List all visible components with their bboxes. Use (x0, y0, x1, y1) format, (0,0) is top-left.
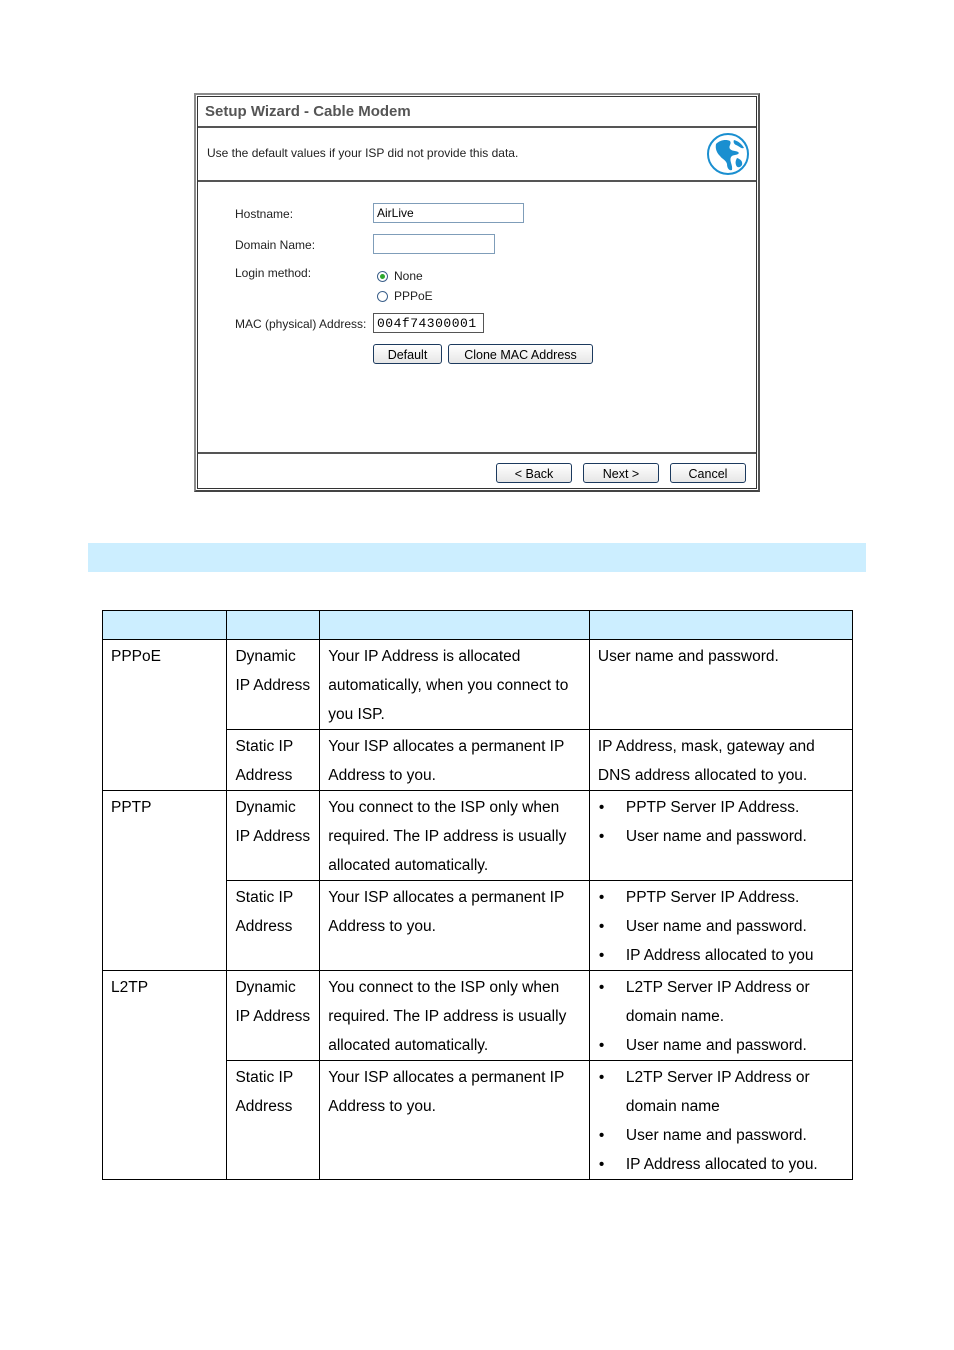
mac-address-label: MAC (physical) Address: (235, 317, 367, 331)
next-button[interactable]: Next > (583, 463, 659, 483)
requirements-list: PPTP Server IP Address.User name and pas… (598, 883, 844, 970)
requirement-item: User name and password. (598, 822, 844, 851)
requirement-item: IP Address allocated to you (598, 941, 844, 970)
requirement-item: IP Address allocated to you. (598, 1150, 844, 1179)
radio-pppoe[interactable] (377, 290, 388, 302)
header-cell (226, 610, 321, 640)
back-button[interactable]: < Back (496, 463, 572, 483)
description-cell: Your ISP allocates a permanent IP Addres… (319, 729, 590, 791)
table-row: PPTP Dynamic IP Address You connect to the… (101, 790, 854, 971)
connection-type-cell: L2TP (101, 970, 228, 1180)
requirements-cell: IP Address, mask, gateway and DNS addres… (588, 729, 854, 791)
description-cell: Your IP Address is allocated automatical… (319, 639, 590, 730)
requirements-list: L2TP Server IP Address or domain name.Us… (598, 973, 844, 1060)
login-method-none-option[interactable]: None (377, 269, 423, 283)
radio-pppoe-label: PPPoE (394, 289, 433, 303)
wizard-frame: Setup Wizard - Cable Modem Use the defau… (197, 96, 757, 489)
login-method-pppoe-option[interactable]: PPPoE (377, 289, 433, 303)
table-row: PPPoE Dynamic IP Address Your IP Address i… (101, 639, 854, 791)
description-cell: You connect to the ISP only when require… (319, 970, 590, 1061)
header-cell (588, 610, 854, 640)
login-method-label: Login method: (235, 266, 312, 280)
requirements-cell: PPTP Server IP Address.User name and pas… (588, 790, 854, 881)
ip-type-cell: Dynamic IP Address (226, 639, 321, 730)
ip-type-cell: Static IP Address (226, 880, 321, 971)
connection-types-table: PPPoE Dynamic IP Address Your IP Address i… (101, 610, 854, 1180)
connection-type-cell: PPTP (101, 790, 228, 971)
ip-type-cell: Static IP Address (226, 1060, 321, 1180)
hostname-label: Hostname: (235, 207, 294, 221)
table-header-row (101, 610, 854, 640)
requirements-cell: L2TP Server IP Address or domain name.Us… (588, 970, 854, 1061)
table-row: L2TP Dynamic IP Address You connect to the… (101, 970, 854, 1180)
requirements-cell: L2TP Server IP Address or domain nameUse… (588, 1060, 854, 1180)
header-cell (319, 610, 590, 640)
domain-name-label: Domain Name: (235, 238, 316, 252)
globe-icon (707, 133, 749, 175)
hostname-input[interactable] (373, 203, 524, 223)
section-heading-band (88, 543, 866, 572)
requirements-cell: User name and password. (588, 639, 854, 730)
requirement-item: User name and password. (598, 1031, 844, 1060)
requirements-list: L2TP Server IP Address or domain nameUse… (598, 1063, 844, 1179)
setup-wizard-window: Setup Wizard - Cable Modem Use the defau… (194, 93, 760, 492)
requirement-item: User name and password. (598, 912, 844, 941)
clone-mac-address-button[interactable]: Clone MAC Address (448, 344, 593, 364)
description-cell: Your ISP allocates a permanent IP Addres… (319, 1060, 590, 1180)
default-button[interactable]: Default (373, 344, 442, 364)
requirement-item: PPTP Server IP Address. (598, 883, 844, 912)
wizard-title: Setup Wizard - Cable Modem (198, 97, 756, 128)
wizard-form: Hostname: Domain Name: Login method: Non… (198, 182, 756, 454)
cancel-button[interactable]: Cancel (670, 463, 746, 483)
connection-type-cell: PPPoE (101, 639, 228, 791)
wizard-footer: < Back Next > Cancel (198, 454, 756, 488)
requirement-item: User name and password. (598, 1121, 844, 1150)
radio-none[interactable] (377, 270, 388, 282)
requirement-item: L2TP Server IP Address or domain name (598, 1063, 844, 1121)
description-cell: You connect to the ISP only when require… (319, 790, 590, 881)
requirements-list: PPTP Server IP Address.User name and pas… (598, 793, 844, 851)
radio-none-label: None (394, 269, 423, 283)
ip-type-cell: Dynamic IP Address (226, 970, 321, 1061)
mac-address-input[interactable] (373, 313, 484, 333)
ip-type-cell: Static IP Address (226, 729, 321, 791)
requirement-item: L2TP Server IP Address or domain name. (598, 973, 844, 1031)
requirement-item: PPTP Server IP Address. (598, 793, 844, 822)
wizard-description: Use the default values if your ISP did n… (207, 146, 519, 160)
header-cell (101, 610, 228, 640)
domain-name-input[interactable] (373, 234, 495, 254)
ip-type-cell: Dynamic IP Address (226, 790, 321, 881)
description-cell: Your ISP allocates a permanent IP Addres… (319, 880, 590, 971)
wizard-description-panel: Use the default values if your ISP did n… (198, 128, 756, 182)
requirements-cell: PPTP Server IP Address.User name and pas… (588, 880, 854, 971)
